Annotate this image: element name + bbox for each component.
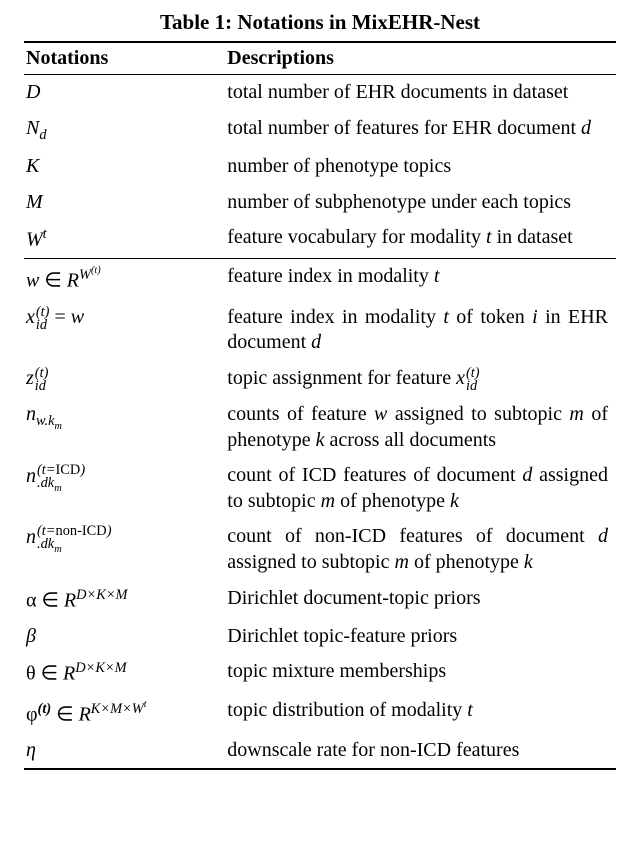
notation-cell: w ∈ RW(t): [24, 259, 225, 300]
description-cell: Dirichlet topic-feature priors: [225, 619, 616, 655]
table-row: Ndtotal number of features for EHR docum…: [24, 111, 616, 149]
description-cell: topic assignment for feature x(t)id: [225, 361, 616, 397]
notation-cell: D: [24, 75, 225, 111]
table-caption: Table 1: Notations in MixEHR-Nest: [24, 10, 616, 35]
description-cell: topic distribution of modality t: [225, 693, 616, 733]
description-cell: feature index in modality t: [225, 259, 616, 300]
table-row: ηdownscale rate for non-ICD features: [24, 733, 616, 770]
description-cell: total number of EHR documents in dataset: [225, 75, 616, 111]
notation-cell: η: [24, 733, 225, 770]
notation-cell: α ∈ RD×K×M: [24, 581, 225, 619]
header-descriptions: Descriptions: [225, 42, 616, 75]
description-cell: count of ICD features of document d assi…: [225, 458, 616, 519]
table-row: θ ∈ RD×K×Mtopic mixture memberships: [24, 654, 616, 692]
notation-cell: φ(t) ∈ RK×M×Wt: [24, 693, 225, 733]
notation-cell: θ ∈ RD×K×M: [24, 654, 225, 692]
description-cell: counts of feature w assigned to subtopic…: [225, 397, 616, 458]
notations-table: Notations Descriptions Dtotal number of …: [24, 41, 616, 770]
table-row: φ(t) ∈ RK×M×Wttopic distribution of moda…: [24, 693, 616, 733]
table-row: Mnumber of subphenotype under each topic…: [24, 185, 616, 221]
table-row: z(t)idtopic assignment for feature x(t)i…: [24, 361, 616, 397]
table-row: βDirichlet topic-feature priors: [24, 619, 616, 655]
table-row: Dtotal number of EHR documents in datase…: [24, 75, 616, 111]
description-cell: number of phenotype topics: [225, 149, 616, 185]
table-row: nw.kmcounts of feature w assigned to sub…: [24, 397, 616, 458]
description-cell: number of subphenotype under each topics: [225, 185, 616, 221]
description-cell: total number of features for EHR documen…: [225, 111, 616, 149]
table-row: n(t=non-ICD).dkmcount of non-ICD feature…: [24, 519, 616, 580]
description-cell: feature index in modality t of token i i…: [225, 300, 616, 361]
table-row: α ∈ RD×K×MDirichlet document-topic prior…: [24, 581, 616, 619]
header-notations: Notations: [24, 42, 225, 75]
table-row: Knumber of phenotype topics: [24, 149, 616, 185]
description-cell: feature vocabulary for modality t in dat…: [225, 220, 616, 259]
notation-cell: n(t=ICD).dkm: [24, 458, 225, 519]
notation-cell: nw.km: [24, 397, 225, 458]
table-row: w ∈ RW(t)feature index in modality t: [24, 259, 616, 300]
notation-cell: x(t)id = w: [24, 300, 225, 361]
description-cell: downscale rate for non-ICD features: [225, 733, 616, 770]
description-cell: topic mixture memberships: [225, 654, 616, 692]
notation-cell: K: [24, 149, 225, 185]
notation-cell: M: [24, 185, 225, 221]
description-cell: count of non-ICD features of document d …: [225, 519, 616, 580]
table-row: x(t)id = wfeature index in modality t of…: [24, 300, 616, 361]
notation-cell: β: [24, 619, 225, 655]
description-cell: Dirichlet document-topic priors: [225, 581, 616, 619]
table-row: Wtfeature vocabulary for modality t in d…: [24, 220, 616, 259]
notation-cell: Wt: [24, 220, 225, 259]
notation-cell: z(t)id: [24, 361, 225, 397]
table-row: n(t=ICD).dkmcount of ICD features of doc…: [24, 458, 616, 519]
notation-cell: Nd: [24, 111, 225, 149]
notation-cell: n(t=non-ICD).dkm: [24, 519, 225, 580]
